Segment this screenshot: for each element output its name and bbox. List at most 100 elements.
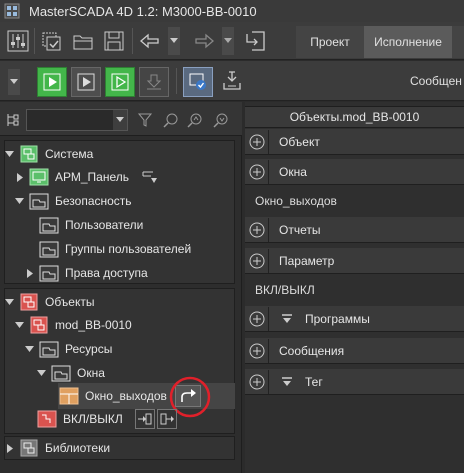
properties-header: Объекты.mod_BB-0010 xyxy=(245,106,464,128)
expand-icon[interactable] xyxy=(24,268,34,278)
prop-group-programs[interactable]: Программы xyxy=(245,306,464,332)
tree-node-libraries[interactable]: Библиотеки xyxy=(4,436,110,460)
main-toolbar: Проект Исполнение xyxy=(0,22,464,60)
collapse-icon[interactable] xyxy=(36,368,46,378)
tab-project[interactable]: Проект xyxy=(296,26,364,58)
prop-group-messages[interactable]: Сообщения xyxy=(245,338,464,364)
prop-label: Объект xyxy=(279,134,320,149)
tree-label: ВКЛ/ВЫКЛ xyxy=(63,412,123,426)
undo-dropdown[interactable] xyxy=(168,27,180,55)
messages-label[interactable]: Сообщен xyxy=(410,74,462,88)
folder-icon xyxy=(38,215,60,235)
settings-sliders-icon[interactable] xyxy=(4,27,32,55)
window-title: MasterSCADA 4D 1.2: M3000-BB-0010 xyxy=(29,3,257,19)
properties-panel: Объекты.mod_BB-0010 Объект Окна Окно_вых… xyxy=(245,102,464,473)
tab-overflow[interactable] xyxy=(452,26,464,58)
run-mode-dropdown[interactable] xyxy=(8,69,20,95)
add-icon[interactable] xyxy=(245,248,269,273)
assign-icon[interactable] xyxy=(139,167,161,187)
search-icon[interactable] xyxy=(160,109,182,131)
tree-label: Система xyxy=(45,147,94,161)
tree-node-system[interactable]: Система xyxy=(4,142,93,166)
tree-node-on-off[interactable]: ВКЛ/ВЫКЛ xyxy=(36,407,177,431)
tree-label: АРМ_Панель xyxy=(55,170,129,184)
tree-label: Ресурсы xyxy=(65,342,113,356)
tree-label: mod_BB-0010 xyxy=(55,318,132,332)
collapse-icon[interactable] xyxy=(4,149,14,159)
tree-node-resources[interactable]: Ресурсы xyxy=(24,337,112,361)
library-icon xyxy=(18,438,40,458)
prop-group-windows[interactable]: Окна xyxy=(245,159,464,185)
play-outline-icon[interactable] xyxy=(105,67,135,97)
add-icon[interactable] xyxy=(245,306,269,331)
expand-icon[interactable] xyxy=(14,172,24,182)
export-icon[interactable] xyxy=(218,67,246,95)
prop-label: Отчеты xyxy=(279,222,321,237)
add-icon[interactable] xyxy=(245,338,269,363)
prop-group-parameter[interactable]: Параметр xyxy=(245,248,464,274)
input-pin-icon[interactable] xyxy=(134,409,155,429)
expand-icon[interactable] xyxy=(4,443,14,453)
filter-icon[interactable] xyxy=(134,109,156,131)
tree-filter-bar xyxy=(0,102,242,136)
tree-node-objects[interactable]: Объекты xyxy=(4,290,95,314)
filter-icon[interactable] xyxy=(279,374,295,390)
collapse-icon[interactable] xyxy=(24,344,34,354)
tree-node-users[interactable]: Пользователи xyxy=(38,213,143,237)
step-icon[interactable] xyxy=(71,67,101,97)
filter-icon[interactable] xyxy=(279,311,295,327)
folder-icon xyxy=(38,339,60,359)
search-down-icon[interactable] xyxy=(210,109,232,131)
download-icon[interactable] xyxy=(139,67,169,97)
prop-value-output-window[interactable]: Окно_выходов xyxy=(245,185,464,217)
add-icon[interactable] xyxy=(245,129,269,154)
tree-label: Права доступа xyxy=(65,266,148,280)
tree-node-windows[interactable]: Окна xyxy=(36,361,105,385)
object-tree-panel: Система АРМ_Панель Безопасность Пользова… xyxy=(0,102,242,473)
folder-icon xyxy=(28,191,50,211)
prop-label: Окна xyxy=(279,164,307,179)
app-icon[interactable] xyxy=(3,2,21,20)
prop-value-on-off[interactable]: ВКЛ/ВЫКЛ xyxy=(245,274,464,306)
add-icon[interactable] xyxy=(245,159,269,184)
open-folder-icon[interactable] xyxy=(69,27,97,55)
import-icon[interactable] xyxy=(242,27,270,55)
undo-icon[interactable] xyxy=(137,27,165,55)
tree-label: Пользователи xyxy=(65,218,144,232)
redo-dropdown[interactable] xyxy=(222,27,234,55)
tree-label: Группы пользователей xyxy=(65,242,192,256)
tree-label: Объекты xyxy=(45,295,95,309)
tree-filter-combo[interactable] xyxy=(26,109,128,131)
search-up-icon[interactable] xyxy=(184,109,206,131)
tree-label: Окна xyxy=(77,366,105,380)
tree-label: Окно_выходов xyxy=(85,389,167,403)
collapse-icon[interactable] xyxy=(14,196,24,206)
title-bar: MasterSCADA 4D 1.2: M3000-BB-0010 xyxy=(0,0,464,22)
chevron-down-icon[interactable] xyxy=(113,110,127,130)
copy-object-icon[interactable] xyxy=(37,27,65,55)
tree-node-security[interactable]: Безопасность xyxy=(14,189,132,213)
tree-node-access-rights[interactable]: Права доступа xyxy=(24,261,148,285)
monitor-check-icon[interactable] xyxy=(183,67,213,97)
play-icon[interactable] xyxy=(37,67,67,97)
prop-group-object[interactable]: Объект xyxy=(245,129,464,155)
collapse-icon[interactable] xyxy=(4,297,14,307)
folder-icon xyxy=(38,239,60,259)
prop-group-reports[interactable]: Отчеты xyxy=(245,217,464,243)
prop-group-tag[interactable]: Тег xyxy=(245,369,464,395)
prop-label: Параметр xyxy=(279,253,335,268)
redo-icon[interactable] xyxy=(189,27,217,55)
save-icon[interactable] xyxy=(100,27,128,55)
tree-options-icon[interactable] xyxy=(2,109,24,131)
tree-label: Безопасность xyxy=(55,194,132,208)
prop-label: Программы xyxy=(305,311,370,326)
collapse-icon[interactable] xyxy=(14,320,24,330)
tree-node-user-groups[interactable]: Группы пользователей xyxy=(38,237,191,261)
tree-node-mod-bb-0010[interactable]: mod_BB-0010 xyxy=(14,313,132,337)
tab-execution[interactable]: Исполнение xyxy=(364,26,452,58)
output-pin-icon[interactable] xyxy=(156,409,177,429)
add-icon[interactable] xyxy=(245,369,269,394)
add-icon[interactable] xyxy=(245,217,269,242)
tree-node-arm-panel[interactable]: АРМ_Панель xyxy=(14,165,161,189)
run-toolbar: Сообщен xyxy=(0,61,464,101)
